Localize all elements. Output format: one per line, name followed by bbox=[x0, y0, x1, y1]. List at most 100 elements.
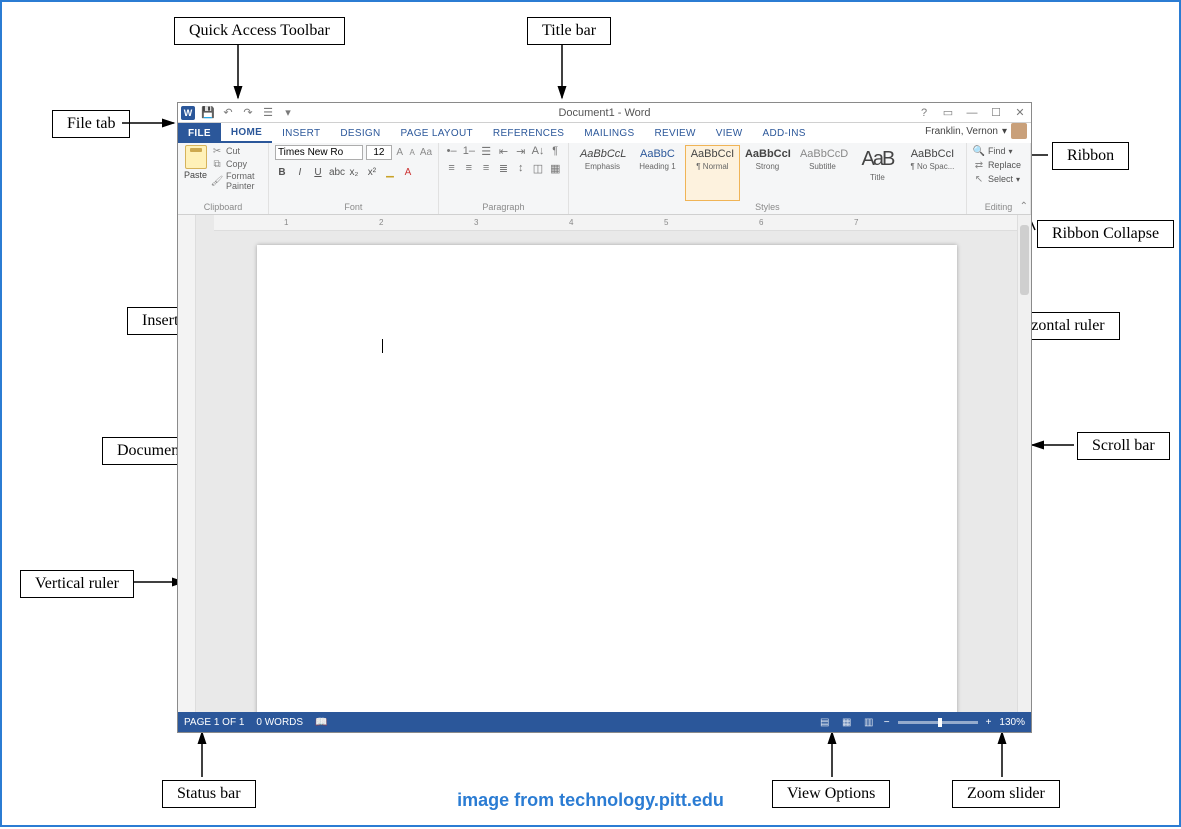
work-area: 1 2 3 4 5 6 7 bbox=[178, 215, 1031, 712]
tab-references[interactable]: REFERENCES bbox=[483, 123, 574, 143]
bold-button[interactable]: B bbox=[275, 167, 289, 178]
spellcheck-icon[interactable]: 📖 bbox=[315, 717, 327, 728]
ribbon-collapse-button[interactable]: ⌃ bbox=[1020, 201, 1028, 212]
align-center-button[interactable]: ≡ bbox=[462, 162, 475, 175]
justify-button[interactable]: ≣ bbox=[497, 162, 510, 175]
copy-button[interactable]: ⧉Copy bbox=[211, 158, 262, 170]
horizontal-ruler[interactable]: 1 2 3 4 5 6 7 bbox=[214, 215, 1017, 231]
save-icon[interactable]: 💾 bbox=[201, 106, 215, 120]
highlight-button[interactable]: ▁ bbox=[383, 167, 397, 178]
callout-vertical-ruler: Vertical ruler bbox=[20, 570, 134, 598]
style-subtitle[interactable]: AaBbCcDSubtitle bbox=[795, 145, 850, 201]
cut-label: Cut bbox=[226, 146, 240, 156]
numbering-button[interactable]: 1– bbox=[462, 145, 475, 158]
style-emphasis[interactable]: AaBbCcLEmphasis bbox=[575, 145, 630, 201]
window-controls: ? ▭ — ☐ ✕ bbox=[917, 106, 1027, 120]
close-icon[interactable]: ✕ bbox=[1013, 106, 1027, 120]
change-case-icon[interactable]: Aa bbox=[420, 147, 432, 159]
tab-home[interactable]: HOME bbox=[221, 123, 272, 143]
superscript-button[interactable]: x² bbox=[365, 167, 379, 178]
borders-button[interactable]: ▦ bbox=[549, 162, 562, 175]
tab-page-layout[interactable]: PAGE LAYOUT bbox=[391, 123, 483, 143]
zoom-in-button[interactable]: + bbox=[986, 717, 992, 728]
tab-review[interactable]: REVIEW bbox=[644, 123, 705, 143]
cut-button[interactable]: ✂Cut bbox=[211, 145, 262, 157]
minimize-icon[interactable]: — bbox=[965, 106, 979, 120]
undo-icon[interactable]: ↶ bbox=[221, 106, 235, 120]
help-icon[interactable]: ? bbox=[917, 106, 931, 120]
strikethrough-button[interactable]: abc bbox=[329, 167, 343, 178]
style-normal[interactable]: AaBbCcI¶ Normal bbox=[685, 145, 740, 201]
select-button[interactable]: ↖Select▾ bbox=[973, 173, 1024, 185]
style-title[interactable]: AaBTitle bbox=[850, 145, 905, 201]
scrollbar-thumb[interactable] bbox=[1020, 225, 1029, 295]
ribbon-tabs: FILE HOME INSERT DESIGN PAGE LAYOUT REFE… bbox=[178, 123, 1031, 143]
italic-button[interactable]: I bbox=[293, 167, 307, 178]
tab-file[interactable]: FILE bbox=[178, 123, 221, 143]
callout-title-bar: Title bar bbox=[527, 17, 611, 45]
redo-icon[interactable]: ↷ bbox=[241, 106, 255, 120]
group-label-styles: Styles bbox=[575, 201, 960, 214]
view-web-layout[interactable]: ▥ bbox=[862, 715, 876, 729]
font-color-button[interactable]: A bbox=[401, 167, 415, 178]
grow-font-icon[interactable]: A bbox=[395, 147, 405, 159]
view-print-layout[interactable]: ▦ bbox=[840, 715, 854, 729]
user-name: Franklin, Vernon bbox=[925, 126, 998, 137]
style-heading1[interactable]: AaBbCHeading 1 bbox=[630, 145, 685, 201]
style-nospacing[interactable]: AaBbCcI¶ No Spac... bbox=[905, 145, 960, 201]
bullets-button[interactable]: •– bbox=[445, 145, 458, 158]
scissors-icon: ✂ bbox=[211, 145, 223, 157]
touch-mode-icon[interactable]: ☰ bbox=[261, 106, 275, 120]
title-bar: W 💾 ↶ ↷ ☰ ▾ Document1 - Word ? ▭ — ☐ ✕ bbox=[178, 103, 1031, 123]
paste-button[interactable]: Paste bbox=[184, 145, 207, 201]
subscript-button[interactable]: x₂ bbox=[347, 167, 361, 178]
format-painter-button[interactable]: 🖌Format Painter bbox=[211, 171, 262, 191]
style-strong[interactable]: AaBbCcIStrong bbox=[740, 145, 795, 201]
page[interactable] bbox=[257, 245, 957, 712]
word-logo-icon: W bbox=[181, 106, 195, 120]
tab-mailings[interactable]: MAILINGS bbox=[574, 123, 644, 143]
page-indicator[interactable]: PAGE 1 OF 1 bbox=[184, 717, 244, 728]
ribbon-options-icon[interactable]: ▭ bbox=[941, 106, 955, 120]
shrink-font-icon[interactable]: A bbox=[407, 147, 417, 159]
zoom-slider[interactable] bbox=[898, 721, 978, 724]
show-marks-button[interactable]: ¶ bbox=[549, 145, 562, 158]
qat-dropdown-icon[interactable]: ▾ bbox=[281, 106, 295, 120]
user-account[interactable]: Franklin, Vernon ▾ bbox=[925, 123, 1027, 139]
word-window: W 💾 ↶ ↷ ☰ ▾ Document1 - Word ? ▭ — ☐ ✕ F… bbox=[177, 102, 1032, 733]
tab-design[interactable]: DESIGN bbox=[330, 123, 390, 143]
tab-addins[interactable]: ADD-INS bbox=[753, 123, 816, 143]
ruler-tick: 3 bbox=[474, 218, 478, 227]
font-size-input[interactable] bbox=[366, 145, 392, 160]
document-window[interactable] bbox=[196, 231, 1017, 712]
tab-view[interactable]: VIEW bbox=[706, 123, 753, 143]
group-label-font: Font bbox=[275, 201, 432, 214]
increase-indent-button[interactable]: ⇥ bbox=[514, 145, 527, 158]
underline-button[interactable]: U bbox=[311, 167, 325, 178]
zoom-out-button[interactable]: − bbox=[884, 717, 890, 728]
font-name-input[interactable] bbox=[275, 145, 363, 160]
vertical-ruler[interactable] bbox=[178, 215, 196, 712]
replace-button[interactable]: ⇄Replace bbox=[973, 159, 1024, 171]
multilevel-button[interactable]: ☰ bbox=[480, 145, 493, 158]
shading-button[interactable]: ◫ bbox=[531, 162, 544, 175]
zoom-thumb[interactable] bbox=[938, 718, 942, 727]
clipboard-icon bbox=[185, 145, 207, 169]
brush-icon: 🖌 bbox=[211, 175, 223, 187]
callout-ribbon: Ribbon bbox=[1052, 142, 1129, 170]
word-count[interactable]: 0 WORDS bbox=[256, 717, 303, 728]
zoom-level[interactable]: 130% bbox=[999, 717, 1025, 728]
align-right-button[interactable]: ≡ bbox=[480, 162, 493, 175]
maximize-icon[interactable]: ☐ bbox=[989, 106, 1003, 120]
replace-icon: ⇄ bbox=[973, 159, 985, 171]
view-read-mode[interactable]: ▤ bbox=[818, 715, 832, 729]
search-icon: 🔍 bbox=[973, 145, 985, 157]
line-spacing-button[interactable]: ↕ bbox=[514, 162, 527, 175]
ribbon: Paste ✂Cut ⧉Copy 🖌Format Painter Clipboa… bbox=[178, 143, 1031, 215]
vertical-scrollbar[interactable] bbox=[1017, 215, 1031, 712]
sort-button[interactable]: A↓ bbox=[531, 145, 544, 158]
align-left-button[interactable]: ≡ bbox=[445, 162, 458, 175]
find-button[interactable]: 🔍Find▾ bbox=[973, 145, 1024, 157]
decrease-indent-button[interactable]: ⇤ bbox=[497, 145, 510, 158]
tab-insert[interactable]: INSERT bbox=[272, 123, 330, 143]
